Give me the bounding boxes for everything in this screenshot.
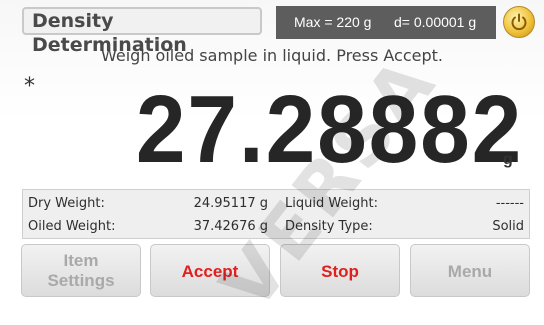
app-title: Density Determination: [22, 7, 262, 56]
liquid-weight-value: ------: [495, 196, 524, 211]
density-type-label: Density Type:: [285, 219, 373, 234]
weight-reading: 27.28882: [135, 76, 524, 183]
readability-d: d= 0.00001 g: [394, 14, 477, 30]
power-icon: [511, 13, 527, 31]
balance-screen: Density Determination Max = 220 g d= 0.0…: [0, 0, 544, 325]
info-row: Dry Weight: 24.95117 g Liquid Weight: --…: [23, 193, 529, 215]
stability-marker: *: [24, 74, 35, 99]
stop-button[interactable]: Stop: [280, 244, 400, 297]
menu-button[interactable]: Menu: [410, 244, 530, 297]
power-button[interactable]: [503, 6, 535, 38]
item-settings-button[interactable]: Item Settings: [21, 244, 141, 297]
dry-weight-label: Dry Weight:: [28, 196, 105, 211]
instruction-text: Weigh oiled sample in liquid. Press Acce…: [100, 46, 444, 65]
capacity-info: Max = 220 g d= 0.00001 g: [276, 6, 496, 39]
capacity-max: Max = 220 g: [294, 14, 372, 30]
density-type-value: Solid: [492, 219, 524, 234]
info-panel: Dry Weight: 24.95117 g Liquid Weight: --…: [22, 189, 530, 239]
item-settings-label-line1: Item: [63, 251, 99, 270]
accept-button[interactable]: Accept: [150, 244, 270, 297]
oiled-weight-label: Oiled Weight:: [28, 219, 116, 234]
item-settings-label-line2: Settings: [47, 271, 115, 290]
info-row: Oiled Weight: 37.42676 g Density Type: S…: [23, 216, 529, 238]
oiled-weight-value: 37.42676 g: [193, 219, 268, 234]
liquid-weight-label: Liquid Weight:: [285, 196, 379, 211]
weight-unit: g: [503, 151, 513, 168]
dry-weight-value: 24.95117 g: [193, 196, 268, 211]
